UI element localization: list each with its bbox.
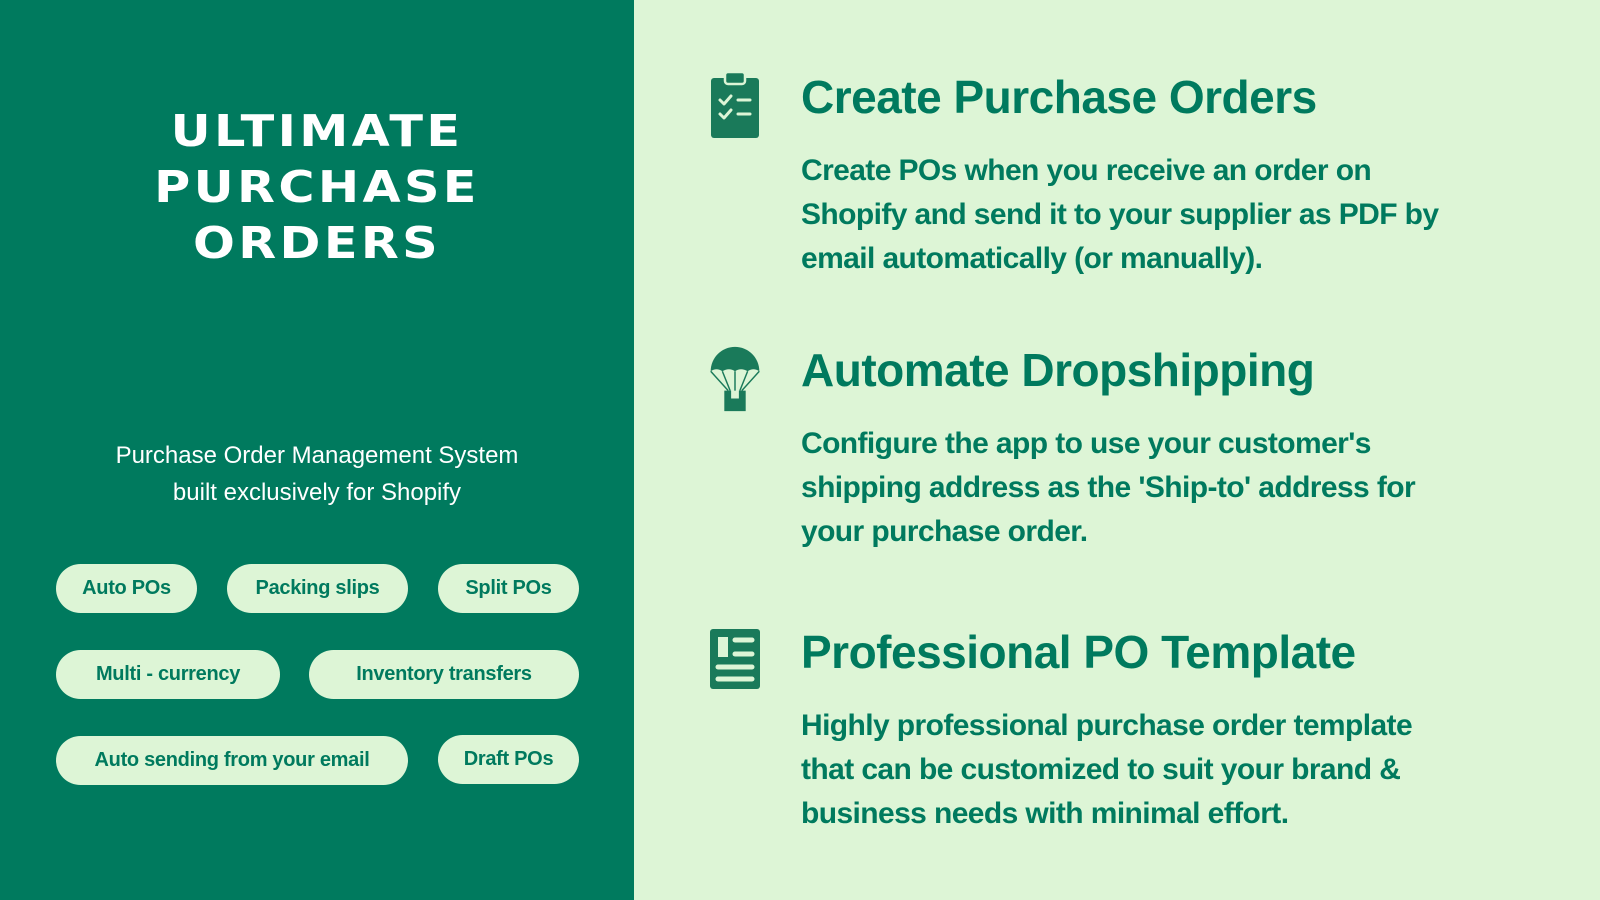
- desc-line: Shopify and send it to your supplier as …: [801, 198, 1439, 231]
- tag-inventory-transfers: Inventory transfers: [309, 650, 579, 699]
- app-title-line: ULTIMATE: [170, 106, 464, 157]
- desc-line: email automatically (or manually).: [801, 242, 1263, 275]
- feature-desc-create-po: Create POs when you receive an order on …: [801, 149, 1501, 281]
- left-panel: ULTIMATE PURCHASE ORDERS Purchase Order …: [0, 0, 634, 900]
- feature-title-create-po: Create Purchase Orders: [801, 71, 1317, 123]
- desc-line: your purchase order.: [801, 515, 1088, 548]
- desc-line: shipping address as the 'Ship-to' addres…: [801, 471, 1416, 504]
- feature-desc-template: Highly professional purchase order templ…: [801, 704, 1501, 836]
- tag-auto-sending-email: Auto sending from your email: [56, 736, 408, 785]
- desc-line: Highly professional purchase order templ…: [801, 709, 1413, 742]
- desc-line: business needs with minimal effort.: [801, 797, 1289, 830]
- tag-multi-currency: Multi - currency: [56, 650, 280, 699]
- tag-draft-pos: Draft POs: [438, 735, 579, 784]
- tag-split-pos: Split POs: [438, 564, 579, 613]
- tag-auto-pos: Auto POs: [56, 564, 197, 613]
- feature-title-dropshipping: Automate Dropshipping: [801, 344, 1315, 396]
- parachute-icon: [710, 346, 760, 412]
- app-title-line: ORDERS: [192, 218, 442, 269]
- document-template-icon: [710, 629, 760, 689]
- feature-desc-dropshipping: Configure the app to use your customer's…: [801, 422, 1501, 554]
- tag-packing-slips: Packing slips: [227, 564, 408, 613]
- desc-line: Configure the app to use your customer's: [801, 427, 1371, 460]
- feature-title-template: Professional PO Template: [801, 626, 1356, 678]
- clipboard-check-icon: [711, 70, 759, 138]
- app-subtitle: Purchase Order Management System built e…: [0, 437, 634, 511]
- subtitle-line: Purchase Order Management System: [115, 442, 519, 469]
- app-title-line: PURCHASE: [154, 162, 480, 213]
- subtitle-line: built exclusively for Shopify: [172, 479, 462, 506]
- app-title: ULTIMATE PURCHASE ORDERS: [0, 104, 672, 272]
- desc-line: that can be customized to suit your bran…: [801, 753, 1401, 786]
- desc-line: Create POs when you receive an order on: [801, 154, 1372, 187]
